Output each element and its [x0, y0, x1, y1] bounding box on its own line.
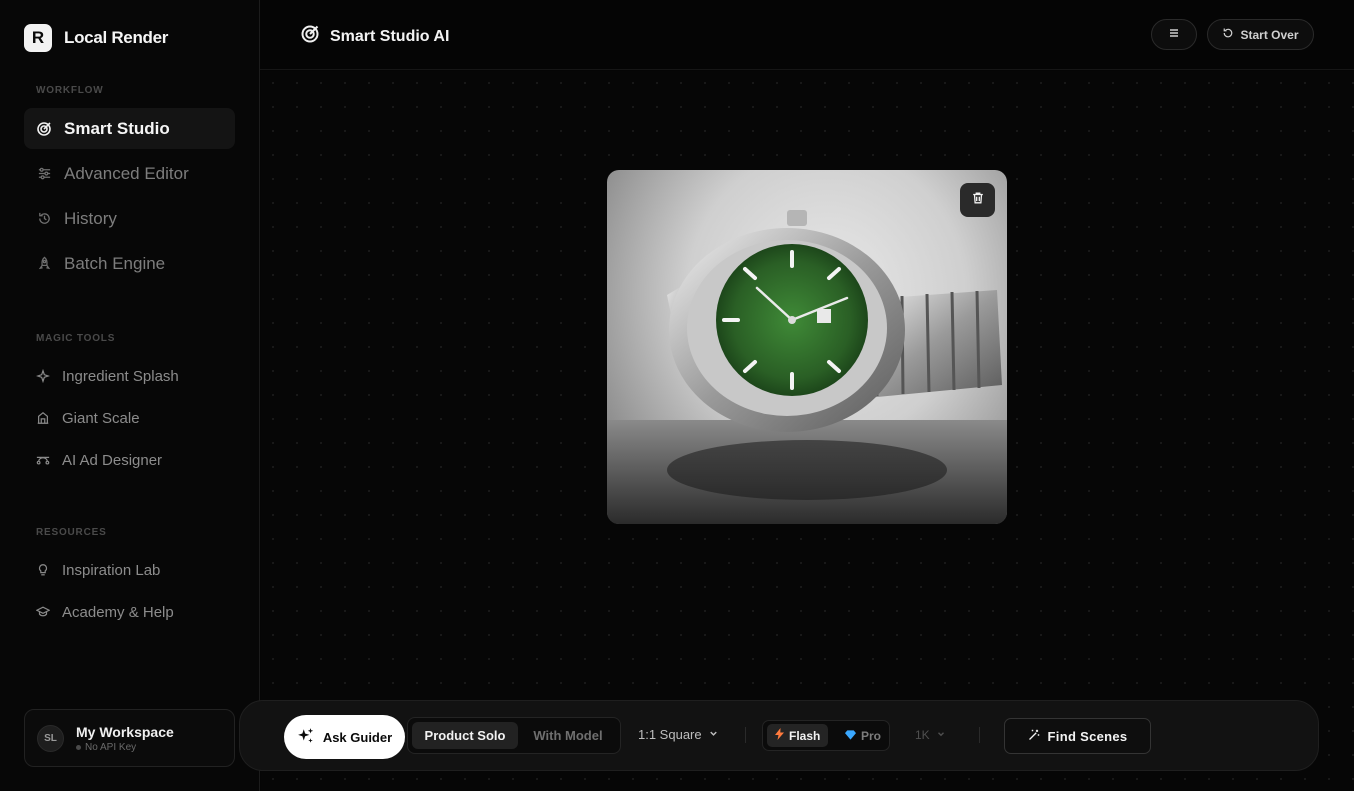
sidebar-item-smart-studio[interactable]: Smart Studio: [24, 108, 235, 149]
page-title-text: Smart Studio AI: [330, 27, 450, 45]
sidebar-item-academy-help[interactable]: Academy & Help: [36, 601, 174, 623]
workspace-switcher[interactable]: SL My Workspace No API Key: [24, 709, 235, 767]
graduation-cap-icon: [36, 605, 50, 619]
section-label-workflow: WORKFLOW: [36, 85, 104, 96]
sidebar: R Local Render WORKFLOW Smart Studio Adv…: [0, 0, 260, 791]
product-image: [607, 170, 1007, 524]
magic-wand-icon: [1028, 729, 1040, 744]
ask-guider-label: Ask Guider: [322, 729, 393, 745]
history-icon: [36, 211, 52, 227]
workspace-info: My Workspace No API Key: [76, 724, 174, 753]
building-icon: [36, 411, 50, 425]
ask-guider-button[interactable]: Ask Guider: [284, 715, 405, 759]
sidebar-item-label: Giant Scale: [62, 409, 140, 427]
diamond-icon: [845, 729, 856, 743]
brand-name: Local Render: [64, 28, 169, 47]
rotate-ccw-icon: [1222, 27, 1234, 42]
bezier-icon: [36, 453, 50, 467]
watch-photo: [607, 210, 1007, 524]
chevron-down-icon: [936, 728, 946, 742]
sidebar-item-label: Smart Studio: [64, 118, 170, 138]
sidebar-item-history[interactable]: History: [24, 198, 235, 239]
avatar: SL: [37, 724, 64, 752]
workspace-name: My Workspace: [76, 723, 174, 740]
divider: [745, 727, 746, 743]
chevron-down-icon: [708, 727, 719, 742]
model-pro[interactable]: Pro: [837, 724, 889, 747]
trash-icon: [971, 191, 985, 210]
menu-button[interactable]: [1151, 19, 1197, 50]
sliders-icon: [36, 166, 52, 182]
sidebar-item-label: Ingredient Splash: [62, 367, 179, 385]
model-flash[interactable]: Flash: [767, 724, 829, 747]
resolution-select[interactable]: 1K: [915, 728, 946, 742]
sidebar-item-label: Batch Engine: [64, 253, 166, 273]
sidebar-item-label: Academy & Help: [62, 603, 174, 621]
header: Smart Studio AI Start Over: [260, 0, 1354, 70]
aspect-ratio-label: 1:1 Square: [638, 727, 702, 742]
find-scenes-label: Find Scenes: [1047, 728, 1128, 744]
bulb-icon: [36, 563, 50, 577]
sparkles-icon: [297, 727, 315, 748]
divider: [979, 727, 980, 743]
bolt-icon: [775, 728, 784, 743]
status-dot-icon: [76, 744, 81, 750]
menu-icon: [1168, 26, 1180, 44]
workspace-status: No API Key: [76, 742, 174, 753]
target-icon: [300, 24, 320, 49]
sidebar-item-label: History: [64, 208, 117, 228]
sidebar-item-batch-engine[interactable]: Batch Engine: [24, 243, 235, 284]
sidebar-item-ai-ad-designer[interactable]: AI Ad Designer: [36, 449, 162, 471]
brand-logo: R: [24, 24, 52, 52]
sparkle-icon: [36, 369, 50, 383]
aspect-ratio-select[interactable]: 1:1 Square: [638, 727, 719, 742]
mode-product-solo[interactable]: Product Solo: [412, 722, 518, 749]
section-label-resources: RESOURCES: [36, 527, 107, 538]
rocket-icon: [36, 256, 52, 272]
target-icon: [36, 121, 52, 137]
sidebar-item-label: Advanced Editor: [64, 163, 189, 183]
delete-image-button[interactable]: [960, 183, 995, 217]
workspace-status-text: No API Key: [85, 741, 137, 753]
model-pro-label: Pro: [861, 728, 882, 743]
section-label-magic-tools: MAGIC TOOLS: [36, 333, 116, 344]
resolution-label: 1K: [915, 728, 930, 742]
mode-toggle: Product Solo With Model: [407, 717, 621, 754]
model-flash-label: Flash: [789, 728, 821, 743]
sidebar-item-advanced-editor[interactable]: Advanced Editor: [24, 153, 235, 194]
model-toggle: Flash Pro: [762, 720, 890, 751]
page-title: Smart Studio AI: [300, 24, 449, 49]
sidebar-item-ingredient-splash[interactable]: Ingredient Splash: [36, 365, 179, 387]
mode-with-model[interactable]: With Model: [522, 722, 614, 749]
sidebar-item-giant-scale[interactable]: Giant Scale: [36, 407, 140, 429]
brand[interactable]: R Local Render: [24, 24, 168, 52]
sidebar-item-label: Inspiration Lab: [62, 561, 161, 579]
sidebar-item-label: AI Ad Designer: [62, 451, 163, 469]
find-scenes-button[interactable]: Find Scenes: [1004, 718, 1151, 754]
sidebar-item-inspiration-lab[interactable]: Inspiration Lab: [36, 559, 160, 581]
start-over-label: Start Over: [1240, 27, 1299, 42]
start-over-button[interactable]: Start Over: [1207, 19, 1314, 50]
